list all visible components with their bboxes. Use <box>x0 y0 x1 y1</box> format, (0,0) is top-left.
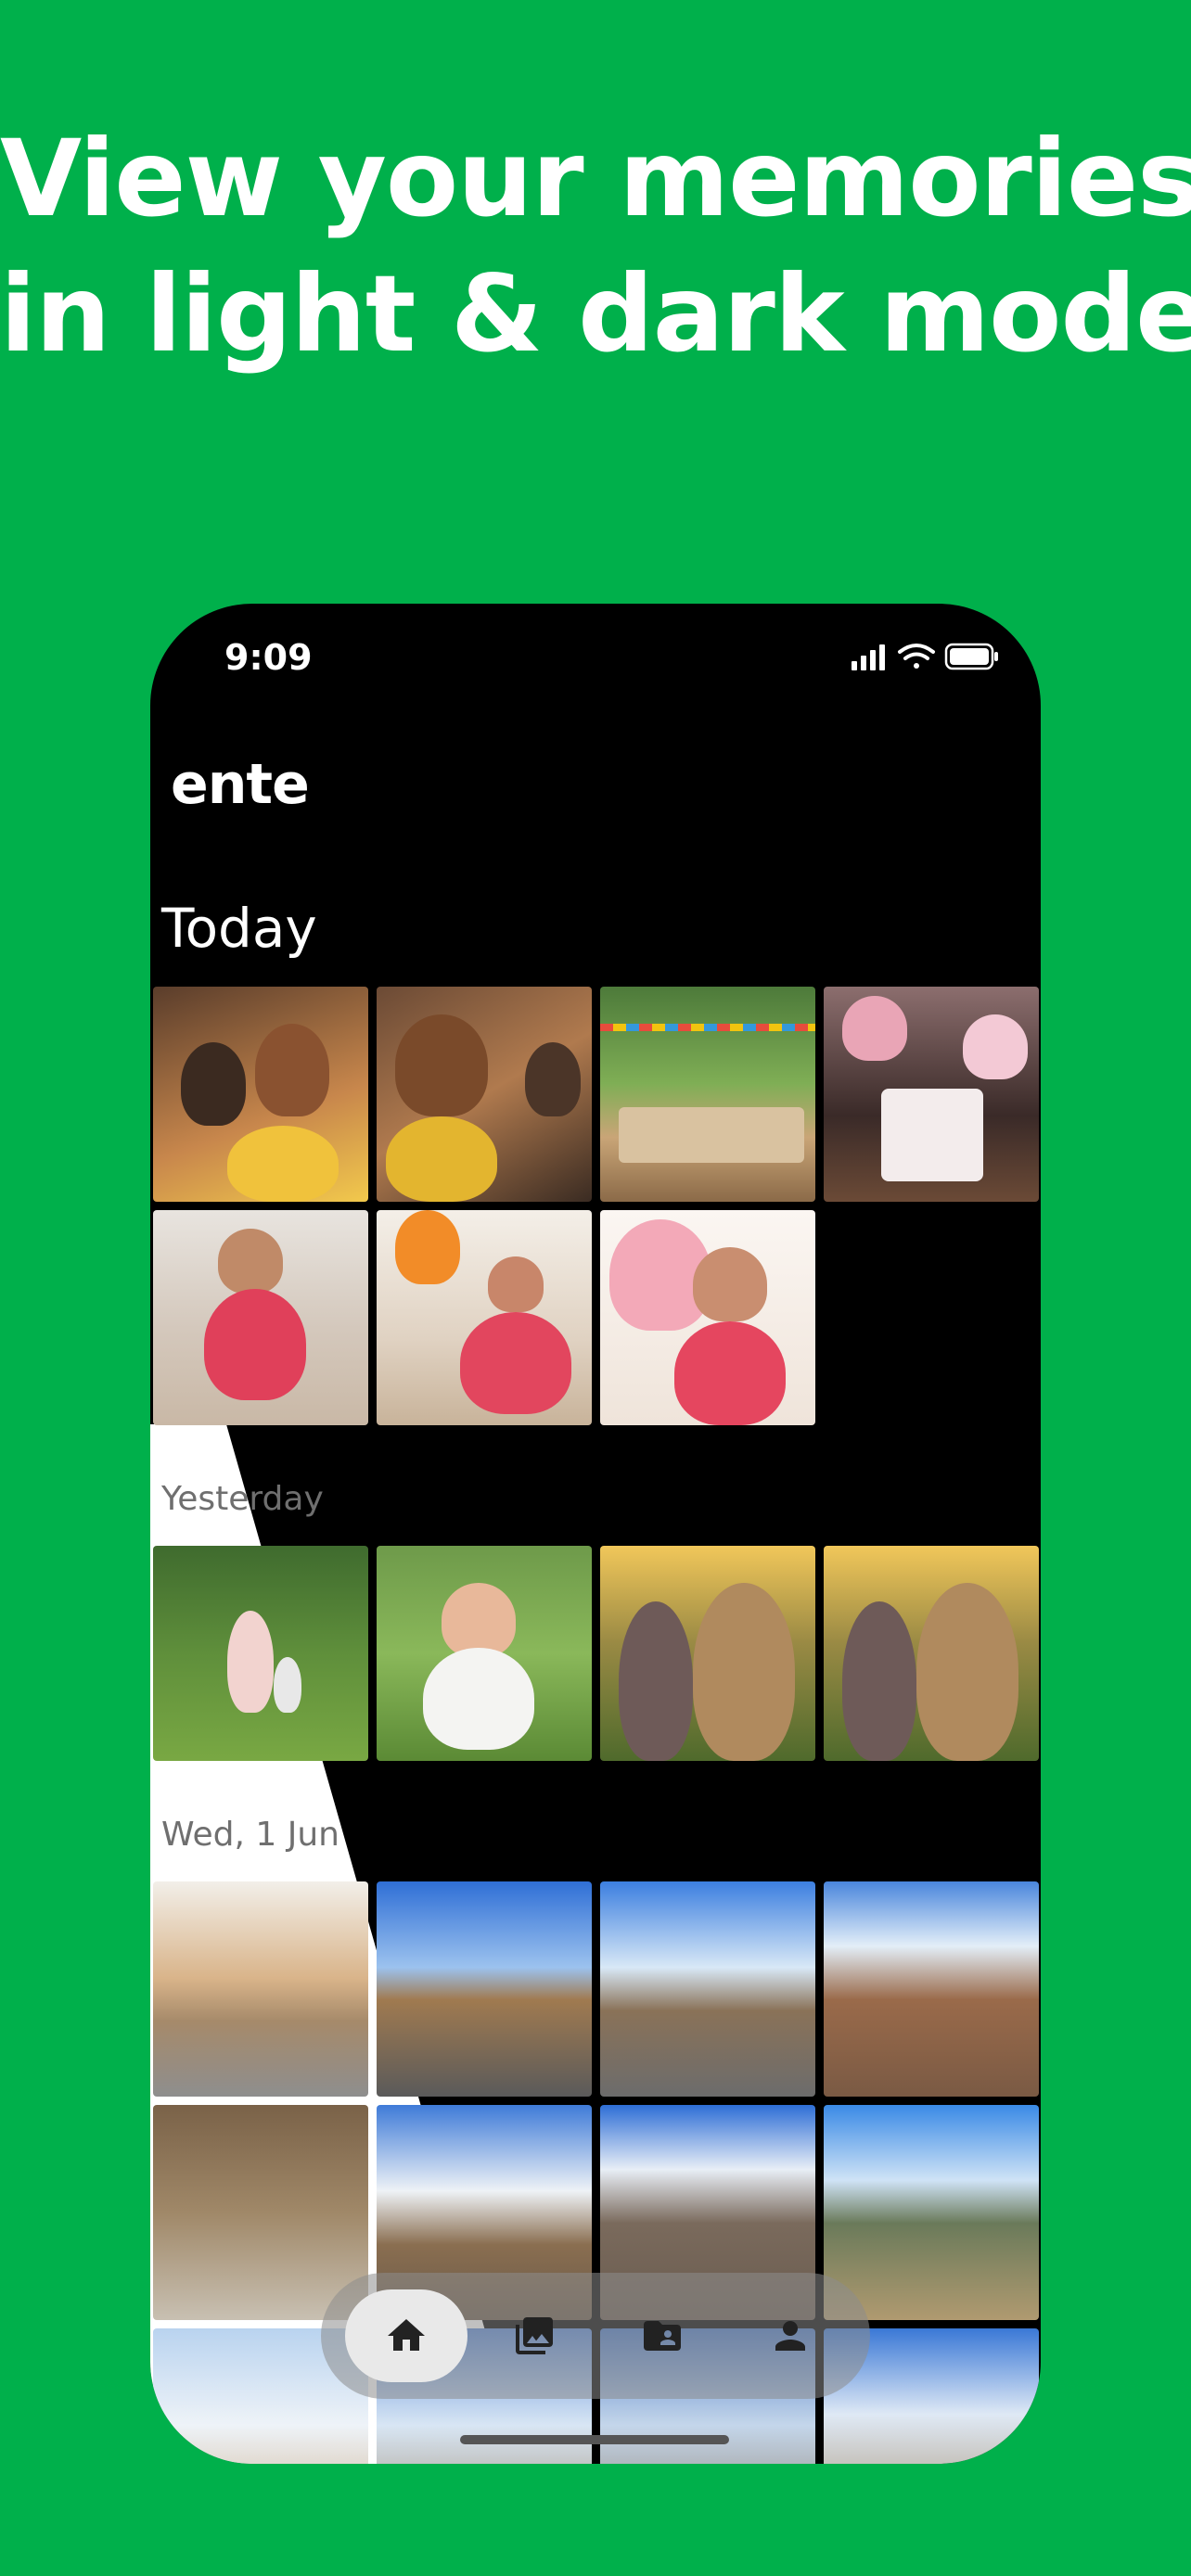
photo-thumbnail[interactable] <box>153 987 368 1202</box>
phone-mockup: 9:09 ente Today Yesterday Wed, 1 Jun <box>150 604 1041 2464</box>
account-icon <box>775 2321 805 2351</box>
status-icons <box>852 643 998 670</box>
tab-photos[interactable] <box>473 2289 596 2382</box>
photo-thumbnail[interactable] <box>824 1546 1039 1761</box>
status-time: 9:09 <box>224 637 313 678</box>
photo-thumbnail[interactable] <box>153 1546 368 1761</box>
photo-thumbnail[interactable] <box>600 987 815 1202</box>
home-icon <box>388 2319 425 2351</box>
photo-thumbnail[interactable] <box>377 1210 592 1425</box>
battery-icon <box>944 643 998 670</box>
photo-thumbnail[interactable] <box>377 1546 592 1761</box>
shared-folder-icon <box>644 2321 681 2351</box>
photo-thumbnail[interactable] <box>600 1546 815 1761</box>
photo-thumbnail[interactable] <box>824 1881 1039 2097</box>
headline: View your memories in light & dark mode <box>0 111 1191 382</box>
tab-home[interactable] <box>345 2289 467 2382</box>
photo-thumbnail[interactable] <box>377 987 592 1202</box>
photo-thumbnail[interactable] <box>153 2105 368 2320</box>
bottom-tab-bar <box>321 2273 870 2399</box>
photo-thumbnail[interactable] <box>824 987 1039 1202</box>
headline-line-1: View your memories <box>0 117 1191 240</box>
tab-shared[interactable] <box>601 2289 724 2382</box>
brand-logo: ente <box>171 752 310 817</box>
photo-thumbnail[interactable] <box>600 1210 815 1425</box>
headline-line-2: in light & dark mode <box>0 252 1191 376</box>
photo-thumbnail[interactable] <box>377 1881 592 2097</box>
tab-account[interactable] <box>729 2289 852 2382</box>
photo-thumbnail[interactable] <box>600 1881 815 2097</box>
section-title-today: Today <box>161 897 317 960</box>
photos-icon <box>516 2317 553 2354</box>
signal-icon <box>852 644 885 670</box>
photo-thumbnail[interactable] <box>153 1881 368 2097</box>
section-title-wed: Wed, 1 Jun <box>161 1816 339 1854</box>
wifi-icon <box>898 644 935 669</box>
photo-thumbnail[interactable] <box>824 2105 1039 2320</box>
status-bar: 9:09 <box>150 604 1041 715</box>
photo-thumbnail[interactable] <box>153 1210 368 1425</box>
home-indicator <box>460 2435 729 2444</box>
section-title-yesterday: Yesterday <box>161 1480 324 1518</box>
